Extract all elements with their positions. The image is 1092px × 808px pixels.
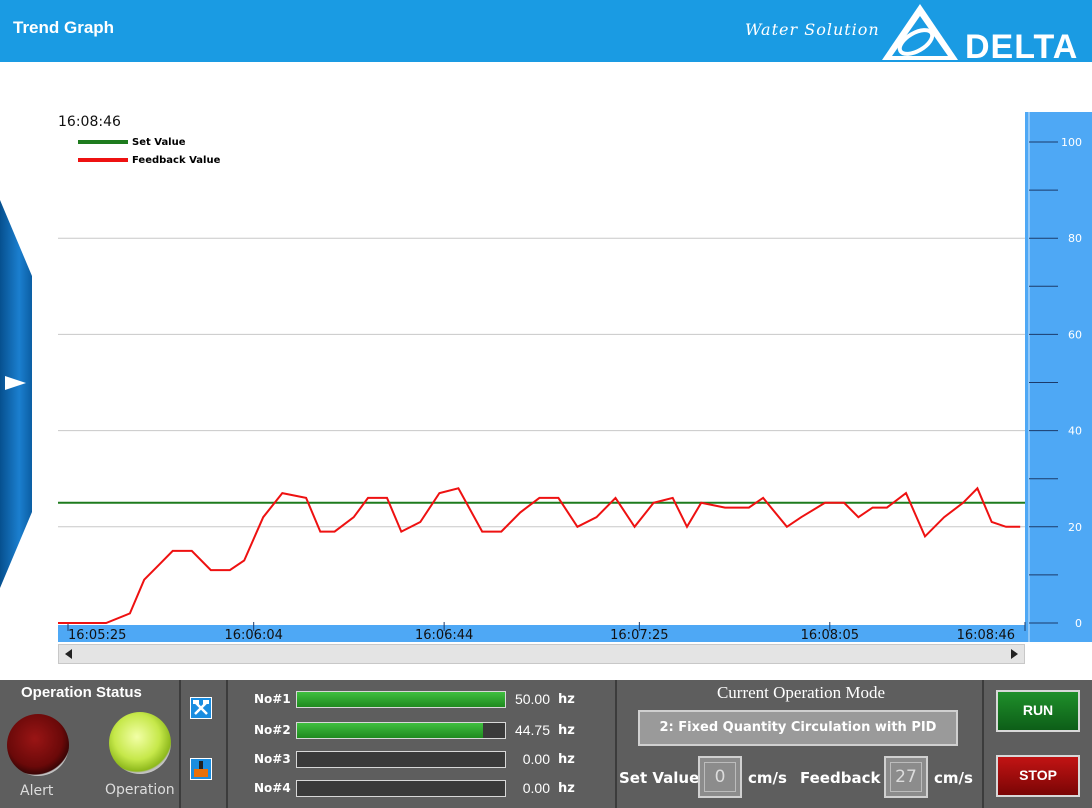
- alert-label: Alert: [20, 783, 54, 799]
- operation-status-panel: Operation Status Alert Operation: [0, 680, 178, 808]
- feedback-label: Feedback: [800, 769, 881, 787]
- run-button[interactable]: RUN: [996, 690, 1080, 732]
- tagline: Water Solution: [745, 20, 880, 39]
- operation-lamp: [109, 712, 171, 774]
- feedback-display: 27: [890, 762, 922, 792]
- y-tick-label: 40: [1068, 425, 1082, 438]
- operation-mode-panel: Current Operation Mode 2: Fixed Quantity…: [616, 680, 982, 808]
- y-tick-label: 100: [1061, 136, 1082, 149]
- motor-row-2: No#2 44.75 hz: [228, 720, 614, 742]
- motor-frequency-value: 0.00: [522, 751, 550, 767]
- y-axis-panel: [1025, 112, 1092, 642]
- bar-fill: [297, 692, 505, 707]
- alert-lamp: [7, 714, 69, 776]
- x-tick-label: 16:06:04: [224, 628, 282, 642]
- x-tick-label: 16:07:25: [610, 628, 668, 642]
- motor-frequency-bar: [296, 722, 506, 739]
- motor-unit: hz: [558, 723, 575, 738]
- x-axis-band: [58, 625, 1025, 642]
- motor-unit: hz: [558, 781, 575, 796]
- y-tick-label: 80: [1068, 232, 1082, 245]
- y-tick-label: 20: [1068, 521, 1082, 534]
- motor-row-4: No#4 0.00 hz: [228, 778, 614, 800]
- set-value-unit: cm/s: [748, 769, 787, 787]
- set-value-label: Set Value: [619, 769, 700, 787]
- trend-chart: 0 20 40 60 80 100 16:05:25 16:06:04 16:06:44 16:0…: [58, 112, 1092, 642]
- motor-row-1: No#1 50.00 hz: [228, 689, 614, 711]
- set-value-display: 0: [704, 762, 736, 792]
- y-tick-label: 60: [1068, 328, 1082, 341]
- motor-frequency-panel: No#1 50.00 hz No#2 44.75 hz No#3 0.00 hz…: [228, 680, 614, 808]
- motor-frequency-value: 50.00: [514, 691, 550, 707]
- motor-label: No#2: [254, 723, 291, 737]
- y-tick-label: 0: [1075, 617, 1082, 630]
- control-panel: Operation Status Alert Operation No#1 50…: [0, 680, 1092, 808]
- motor-label: No#3: [254, 752, 291, 766]
- bar-fill: [297, 723, 484, 738]
- motor-label: No#1: [254, 692, 291, 706]
- x-tick-label: 16:06:44: [415, 628, 473, 642]
- divider: [982, 680, 984, 808]
- chart-scrollbar[interactable]: [58, 644, 1025, 664]
- motor-frequency-bar: [296, 780, 506, 797]
- feedback-unit: cm/s: [934, 769, 973, 787]
- set-value-field[interactable]: 0: [698, 756, 742, 798]
- motor-label: No#4: [254, 781, 291, 795]
- feedback-value-line: [58, 486, 1021, 624]
- motor-frequency-value: 44.75: [514, 722, 550, 738]
- scroll-right-icon[interactable]: [1011, 649, 1018, 659]
- x-tick-label: 16:08:05: [801, 628, 859, 642]
- brand-name: DELTA: [965, 28, 1079, 66]
- clean-brush-icon[interactable]: [190, 758, 212, 780]
- operation-mode-title: Current Operation Mode: [716, 683, 886, 702]
- scroll-left-icon[interactable]: [65, 649, 72, 659]
- motor-frequency-bar: [296, 691, 506, 708]
- motor-unit: hz: [558, 752, 575, 767]
- x-tick-label: 16:08:46: [957, 628, 1015, 642]
- operation-status-title: Operation Status: [21, 684, 142, 701]
- stop-button[interactable]: STOP: [996, 755, 1080, 797]
- motor-row-3: No#3 0.00 hz: [228, 749, 614, 771]
- tools-icon[interactable]: [190, 697, 212, 719]
- delta-logo-icon: [882, 4, 958, 60]
- x-tick-label: 16:05:25: [68, 628, 126, 642]
- operation-mode-selector[interactable]: 2: Fixed Quantity Circulation with PID: [638, 710, 958, 746]
- divider: [179, 680, 181, 808]
- title-bar: Trend Graph Water Solution DELTA: [0, 0, 1092, 66]
- operation-label: Operation: [105, 782, 175, 798]
- feedback-field: 27: [884, 756, 928, 798]
- motor-frequency-bar: [296, 751, 506, 768]
- motor-frequency-value: 0.00: [522, 780, 550, 796]
- motor-unit: hz: [558, 692, 575, 707]
- page-title: Trend Graph: [13, 18, 115, 37]
